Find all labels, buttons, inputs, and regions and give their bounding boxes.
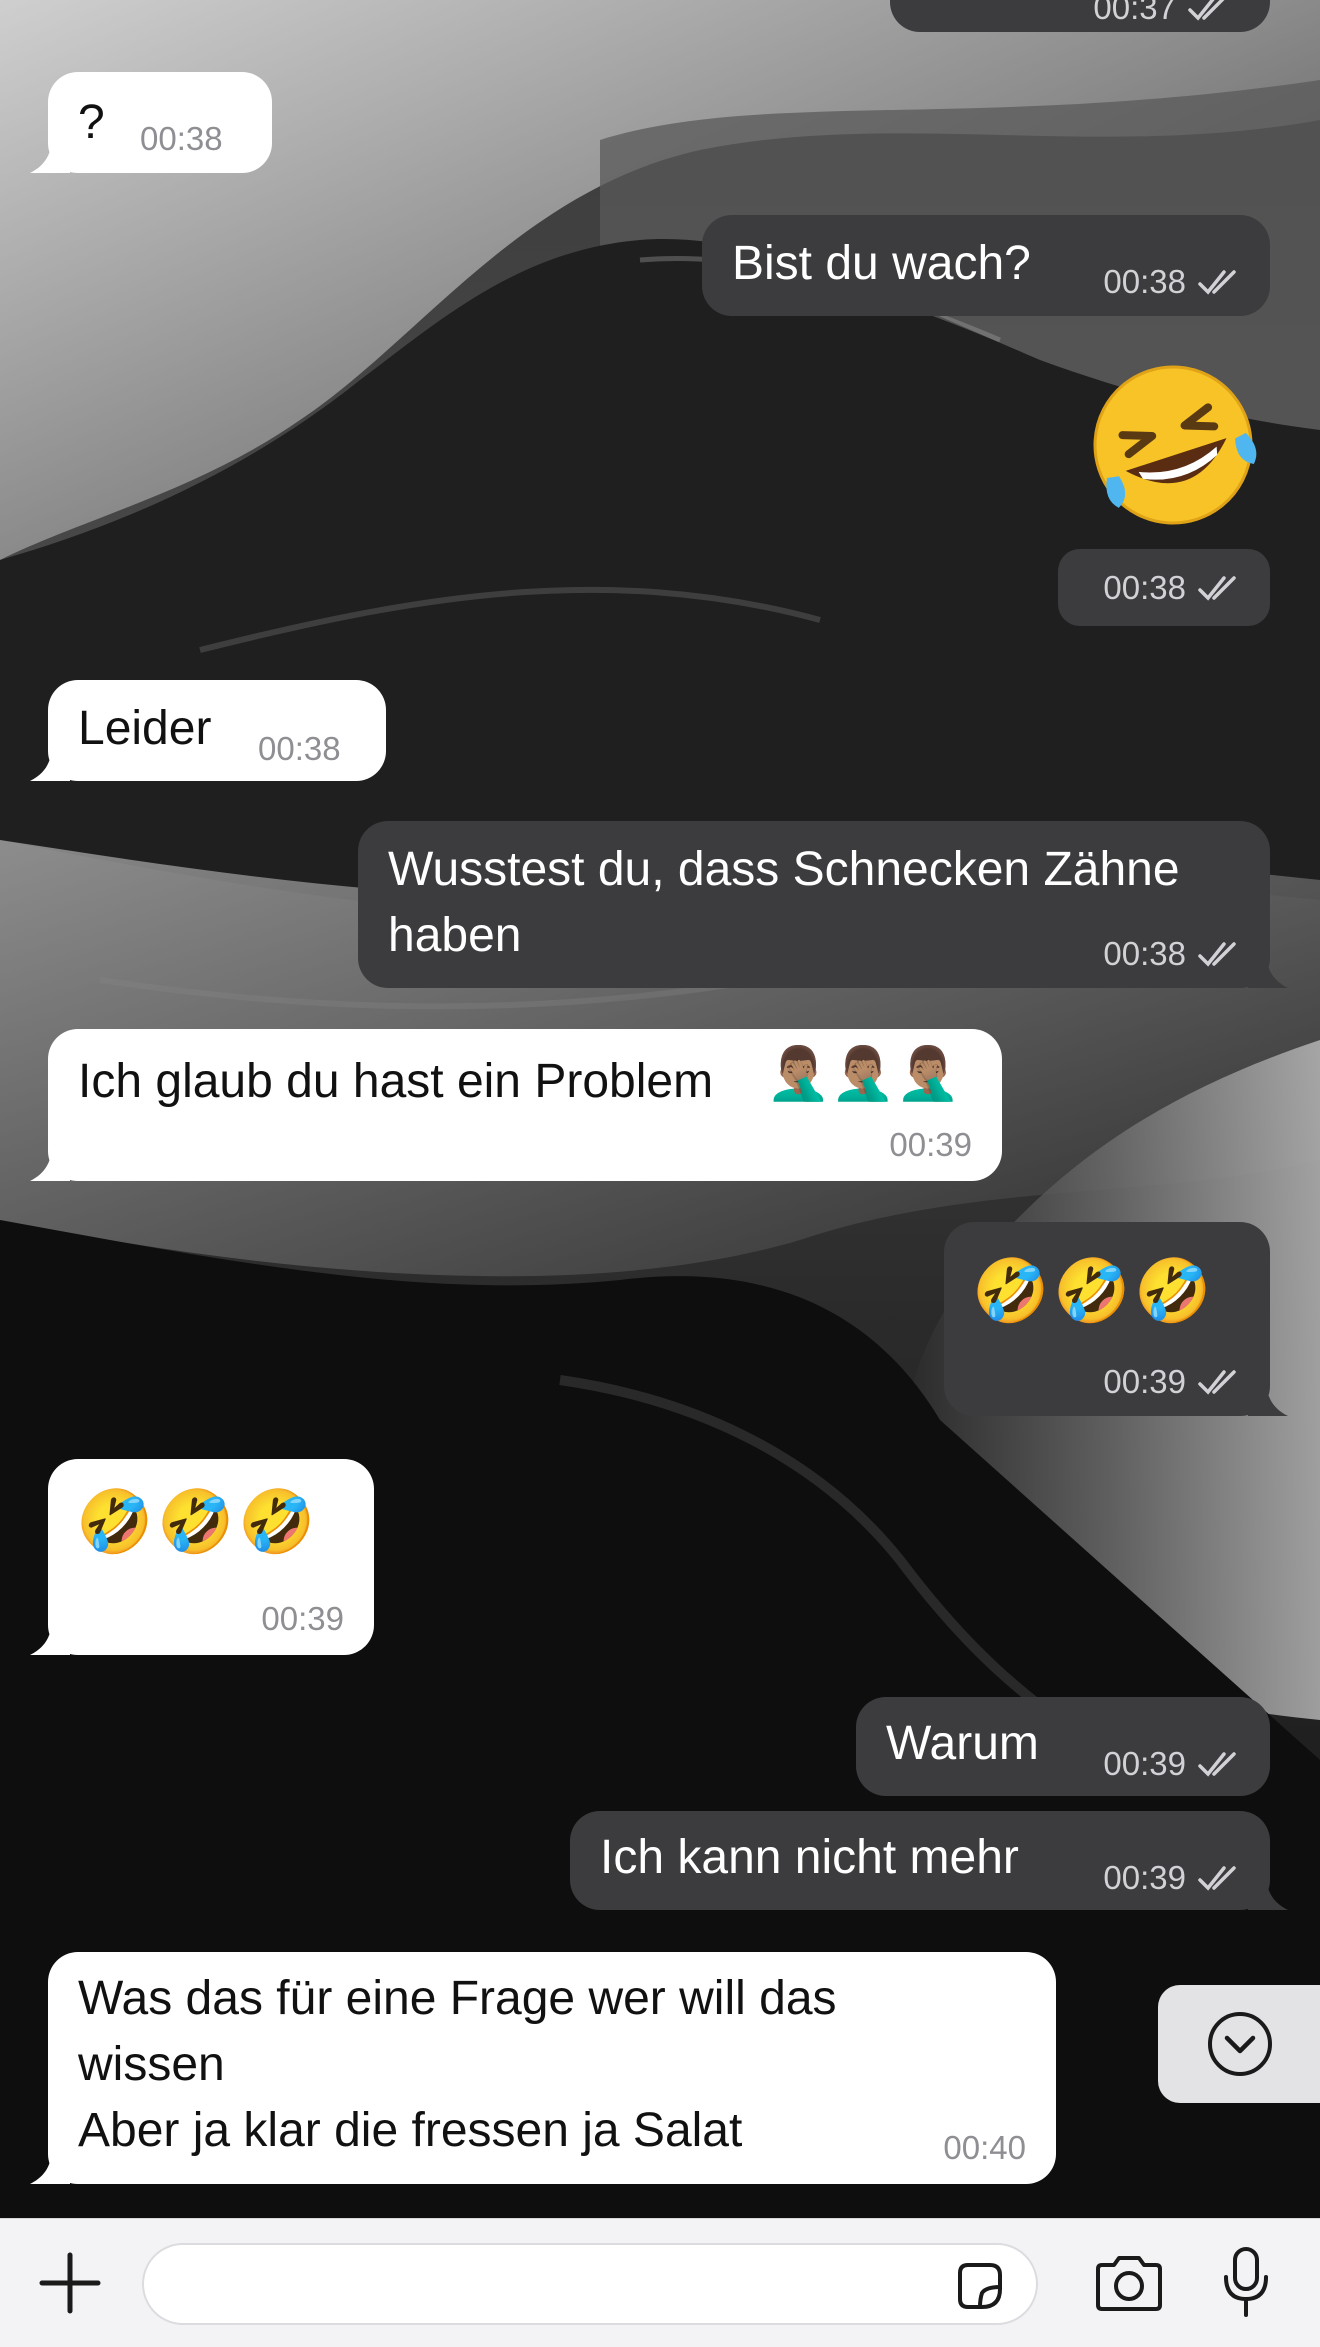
message-meta: 00:38 bbox=[1103, 570, 1244, 606]
message-meta: 00:38 bbox=[1103, 936, 1244, 972]
message-meta: 00:39 bbox=[1103, 1746, 1244, 1782]
rolling-laughing-emoji-icon bbox=[1093, 365, 1257, 525]
message-text: Leider bbox=[78, 702, 212, 755]
message-time: 00:38 bbox=[1103, 263, 1186, 300]
microphone-icon[interactable] bbox=[1220, 2245, 1272, 2321]
message-time: 00:39 bbox=[889, 1126, 972, 1163]
message-input[interactable] bbox=[142, 2243, 1038, 2325]
read-receipt-icon bbox=[1198, 576, 1236, 601]
message-text: Bist du wach? bbox=[732, 237, 1031, 290]
message-time: 00:37 bbox=[1093, 0, 1176, 26]
bubble-tail bbox=[1248, 950, 1288, 988]
read-receipt-icon bbox=[1198, 1370, 1236, 1395]
bubble-tail bbox=[1248, 1378, 1288, 1416]
message-meta: 00:38 bbox=[258, 731, 341, 767]
message-text: Ich glaub du hast ein Problem bbox=[78, 1055, 714, 1108]
message-time: 00:40 bbox=[943, 2129, 1026, 2166]
read-receipt-icon bbox=[1198, 1752, 1236, 1777]
message-time: 00:38 bbox=[140, 120, 223, 157]
plus-icon[interactable] bbox=[38, 2251, 102, 2315]
chat-message-incoming[interactable]: Was das für eine Frage wer will das wiss… bbox=[30, 1952, 1056, 2184]
scroll-to-bottom-button[interactable] bbox=[1158, 1985, 1320, 2103]
message-meta: 00:38 bbox=[140, 121, 223, 157]
message-meta: 00:39 bbox=[889, 1127, 972, 1163]
chat-message-outgoing[interactable]: Ich kann nicht mehr 00:39 bbox=[570, 1811, 1288, 1910]
message-time: 00:38 bbox=[1103, 569, 1186, 606]
message-text-line-2: Aber ja klar die fressen ja Salat bbox=[78, 2104, 743, 2157]
chat-message-incoming[interactable]: Leider 00:38 bbox=[30, 680, 386, 781]
message-text-line-1: Was das für eine Frage wer will das wiss… bbox=[78, 1972, 837, 2091]
message-text: Warum bbox=[886, 1717, 1039, 1770]
read-receipt-icon bbox=[1198, 1866, 1236, 1891]
chat-message-outgoing[interactable]: Bist du wach? 00:38 bbox=[702, 215, 1270, 316]
chat-message-outgoing[interactable]: 00:37 bbox=[890, 0, 1270, 32]
message-time: 00:39 bbox=[1103, 1363, 1186, 1400]
read-receipt-icon bbox=[1198, 942, 1236, 967]
message-meta: 00:37 bbox=[1093, 0, 1234, 26]
chat-message-outgoing[interactable]: 🤣🤣🤣 00:39 bbox=[944, 1222, 1288, 1416]
bubble-tail bbox=[1248, 1872, 1288, 1910]
bubble-tail bbox=[30, 1617, 70, 1655]
message-time: 00:39 bbox=[1103, 1859, 1186, 1896]
emoji-message[interactable] bbox=[1088, 360, 1258, 530]
message-time: 00:39 bbox=[261, 1600, 344, 1637]
bubble-tail bbox=[30, 1143, 70, 1181]
message-meta: 00:39 bbox=[1103, 1860, 1244, 1896]
sticker-icon[interactable] bbox=[952, 2259, 1006, 2313]
message-text: 🤣🤣🤣 bbox=[76, 1488, 320, 1557]
emoji-message-time-pill: 00:38 bbox=[1058, 549, 1270, 626]
message-meta: 00:39 bbox=[261, 1601, 344, 1637]
camera-icon[interactable] bbox=[1092, 2253, 1166, 2313]
bubble-tail bbox=[30, 135, 70, 173]
message-meta: 00:39 bbox=[1103, 1364, 1244, 1400]
message-meta: 00:38 bbox=[1103, 264, 1244, 300]
chat-message-incoming[interactable]: 🤣🤣🤣 00:39 bbox=[30, 1459, 374, 1655]
chat-message-incoming[interactable]: Ich glaub du hast ein Problem 🤦🏽‍♂️🤦🏽‍♂️… bbox=[30, 1029, 1002, 1181]
message-text: ? bbox=[78, 96, 105, 149]
chevron-down-icon bbox=[1208, 2012, 1272, 2076]
message-time: 00:38 bbox=[258, 730, 341, 767]
bubble-tail bbox=[30, 2146, 70, 2184]
message-text: Ich kann nicht mehr bbox=[600, 1831, 1019, 1884]
chat-message-outgoing[interactable]: Warum 00:39 bbox=[856, 1697, 1270, 1796]
message-composer bbox=[0, 2218, 1320, 2347]
message-time: 00:39 bbox=[1103, 1745, 1186, 1782]
message-text: 🤣🤣🤣 bbox=[972, 1257, 1216, 1326]
chat-message-incoming[interactable]: ? 00:38 bbox=[30, 72, 272, 173]
bubble-tail bbox=[30, 743, 70, 781]
read-receipt-icon bbox=[1198, 270, 1236, 295]
read-receipt-icon bbox=[1188, 0, 1225, 21]
message-time: 00:38 bbox=[1103, 935, 1186, 972]
chat-message-outgoing[interactable]: Wusstest du, dass Schnecken Zähne haben … bbox=[358, 821, 1288, 988]
message-meta: 00:40 bbox=[943, 2130, 1026, 2166]
facepalm-emoji-group: 🤦🏽‍♂️🤦🏽‍♂️🤦🏽‍♂️ bbox=[766, 1045, 961, 1103]
